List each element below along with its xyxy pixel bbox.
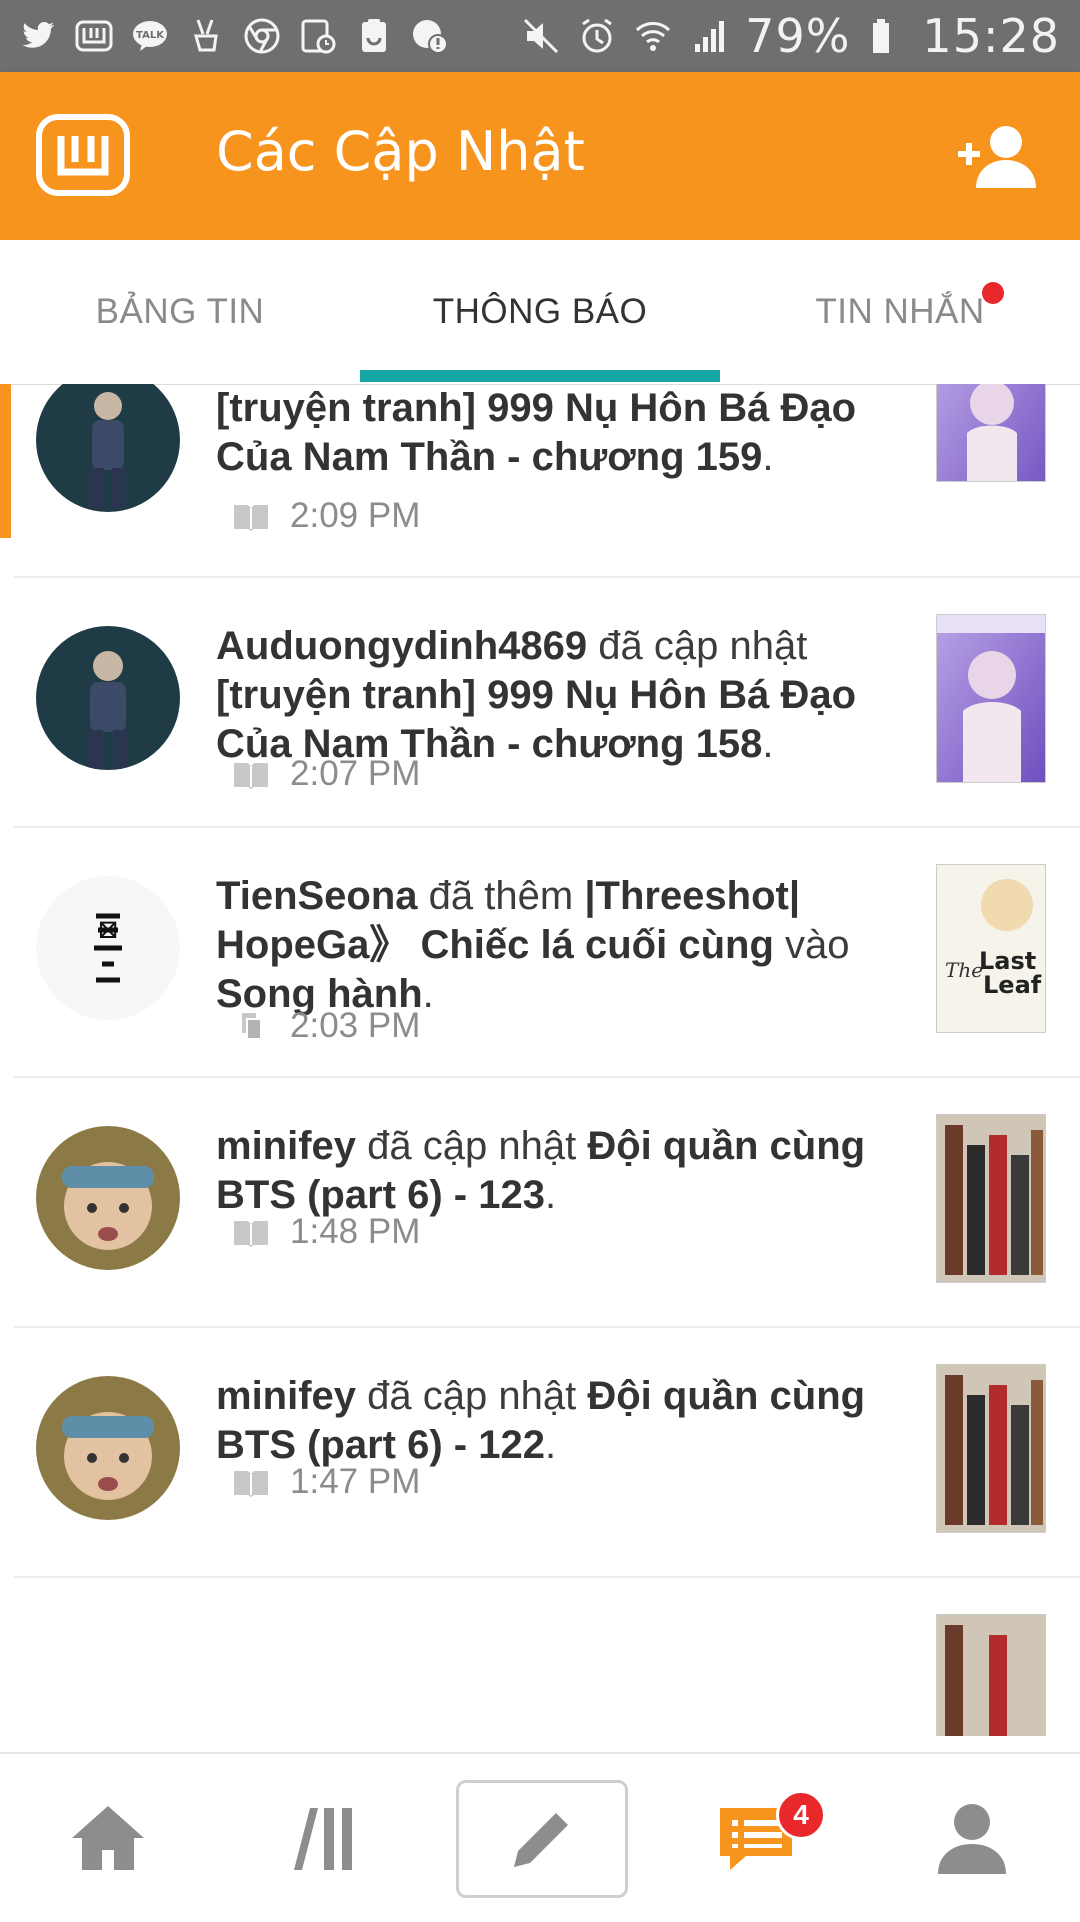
avatar[interactable]: [36, 1126, 180, 1270]
timestamp: 2:03 PM: [290, 1006, 421, 1045]
status-bar-notification-icons: TALK: [18, 16, 450, 56]
list-item[interactable]: minifey đã cập nhật Đội quần cùng BTS (p…: [0, 1078, 1080, 1328]
tab-tin-nhan[interactable]: TIN NHẮN: [720, 240, 1080, 384]
active-tab-indicator: [360, 370, 720, 382]
reading-list-icon: [242, 1013, 262, 1040]
avatar[interactable]: [36, 626, 180, 770]
story-cover[interactable]: [936, 1114, 1046, 1283]
notification-meta: 1:48 PM: [232, 1212, 420, 1252]
unread-dot: [982, 282, 1004, 304]
wattpad-logo[interactable]: [36, 114, 130, 196]
battery-percentage: 79%: [745, 9, 851, 63]
actor-name[interactable]: minifey: [216, 1374, 356, 1418]
avatar[interactable]: ⊠: [36, 876, 180, 1020]
action-text: đã cập nhật: [587, 624, 808, 668]
alarm-icon: [577, 16, 617, 56]
book-icon: [234, 505, 268, 531]
compose-icon: [514, 1813, 568, 1867]
story-cover[interactable]: The Last Leaf: [936, 864, 1046, 1033]
punctuation: .: [544, 1173, 557, 1217]
notification-meta: 2:09 PM: [232, 496, 420, 536]
status-bar: TALK 79% 15:28: [0, 0, 1080, 72]
profile-icon: [938, 1804, 1006, 1874]
svg-text:The: The: [945, 958, 983, 982]
add-user-button[interactable]: [954, 122, 1040, 190]
notification-text: TienSeona đã thêm |Threeshot| HopeGa》 Ch…: [216, 872, 896, 1019]
app-bar: Các Cập Nhật: [0, 72, 1080, 240]
actor-name[interactable]: Auduongydinh4869: [216, 624, 587, 668]
calendar-icon: [298, 16, 338, 56]
svg-text:Leaf: Leaf: [983, 971, 1042, 999]
list-item[interactable]: [0, 1578, 1080, 1736]
signal-icon: [689, 16, 729, 56]
notification-text: Auduongydinh4869 đã cập nhật [truyện tra…: [216, 622, 896, 769]
avatar[interactable]: [36, 1376, 180, 1520]
punctuation: .: [762, 435, 774, 479]
notification-meta: 2:07 PM: [232, 754, 420, 794]
add-user-icon: [958, 126, 1036, 188]
alert-icon: [410, 16, 450, 56]
book-icon: [234, 1471, 268, 1497]
list-item[interactable]: ⊠ TienSeona đã thêm |Threeshot| HopeGa》 …: [0, 828, 1080, 1078]
timestamp: 1:48 PM: [290, 1212, 421, 1251]
battery-icon: [866, 16, 906, 56]
notification-text: [truyện tranh] 999 Nụ Hôn Bá Đạo Của Nam…: [216, 384, 896, 482]
story-cover[interactable]: [936, 1614, 1046, 1736]
book-icon: [234, 763, 268, 789]
page-title: Các Cập Nhật: [216, 120, 585, 183]
tab-bang-tin[interactable]: BẢNG TIN: [0, 240, 360, 384]
wattpad-icon: [74, 16, 114, 56]
avatar[interactable]: [36, 384, 180, 512]
story-title[interactable]: [truyện tranh] 999 Nụ Hôn Bá Đạo Của Nam…: [216, 386, 856, 479]
book-icon: [234, 1221, 268, 1247]
tab-thong-bao[interactable]: THÔNG BÁO: [360, 240, 720, 384]
notification-list[interactable]: [truyện tranh] 999 Nụ Hôn Bá Đạo Của Nam…: [0, 384, 1080, 1736]
svg-text:TALK: TALK: [136, 30, 165, 41]
notification-meta: 1:47 PM: [232, 1462, 420, 1502]
action-text-2: vào: [773, 923, 850, 967]
clipboard-icon: [354, 16, 394, 56]
kakaotalk-icon: TALK: [130, 16, 170, 56]
mute-icon: [521, 16, 561, 56]
notification-meta: 2:03 PM: [232, 1006, 420, 1046]
actor-name[interactable]: TienSeona: [216, 874, 418, 918]
list-item[interactable]: [truyện tranh] 999 Nụ Hôn Bá Đạo Của Nam…: [0, 384, 1080, 578]
clock: 15:28: [922, 9, 1060, 63]
punctuation: .: [544, 1423, 557, 1467]
timestamp: 2:07 PM: [290, 754, 421, 793]
list-item[interactable]: Auduongydinh4869 đã cập nhật [truyện tra…: [0, 578, 1080, 828]
nav-profile-button[interactable]: [864, 1754, 1080, 1922]
wifi-icon: [633, 16, 673, 56]
story-cover[interactable]: [936, 1364, 1046, 1533]
twitter-icon: [18, 16, 58, 56]
notification-text: minifey đã cập nhật Đội quần cùng BTS (p…: [216, 1122, 896, 1220]
status-bar-system-icons: 79% 15:28: [521, 9, 1060, 63]
action-text: đã cập nhật: [356, 1124, 588, 1168]
story-cover[interactable]: [936, 384, 1046, 482]
action-text: đã thêm: [417, 874, 585, 918]
unread-indicator: [0, 384, 11, 538]
nav-notifications-button[interactable]: [648, 1754, 864, 1922]
story-cover[interactable]: [936, 614, 1046, 783]
actor-name[interactable]: minifey: [216, 1124, 356, 1168]
timestamp: 1:47 PM: [290, 1462, 421, 1501]
nav-home-button[interactable]: [0, 1754, 216, 1922]
victory-icon: [186, 16, 226, 56]
library-icon: [294, 1808, 352, 1870]
bottom-navigation: [0, 1752, 1080, 1922]
list-item[interactable]: minifey đã cập nhật Đội quần cùng BTS (p…: [0, 1328, 1080, 1578]
chrome-icon: [242, 16, 282, 56]
nav-library-button[interactable]: [216, 1754, 432, 1922]
home-icon: [72, 1806, 144, 1870]
action-text: đã cập nhật: [356, 1374, 588, 1418]
notification-text: minifey đã cập nhật Đội quần cùng BTS (p…: [216, 1372, 896, 1470]
punctuation: .: [422, 972, 434, 1016]
nav-compose-button[interactable]: [456, 1780, 628, 1898]
story-title[interactable]: [truyện tranh] 999 Nụ Hôn Bá Đạo Của Nam…: [216, 673, 856, 766]
punctuation: .: [762, 722, 774, 766]
timestamp: 2:09 PM: [290, 496, 421, 535]
tab-bar: BẢNG TIN THÔNG BÁO TIN NHẮN: [0, 240, 1080, 385]
notification-count-badge: 4: [776, 1790, 826, 1840]
